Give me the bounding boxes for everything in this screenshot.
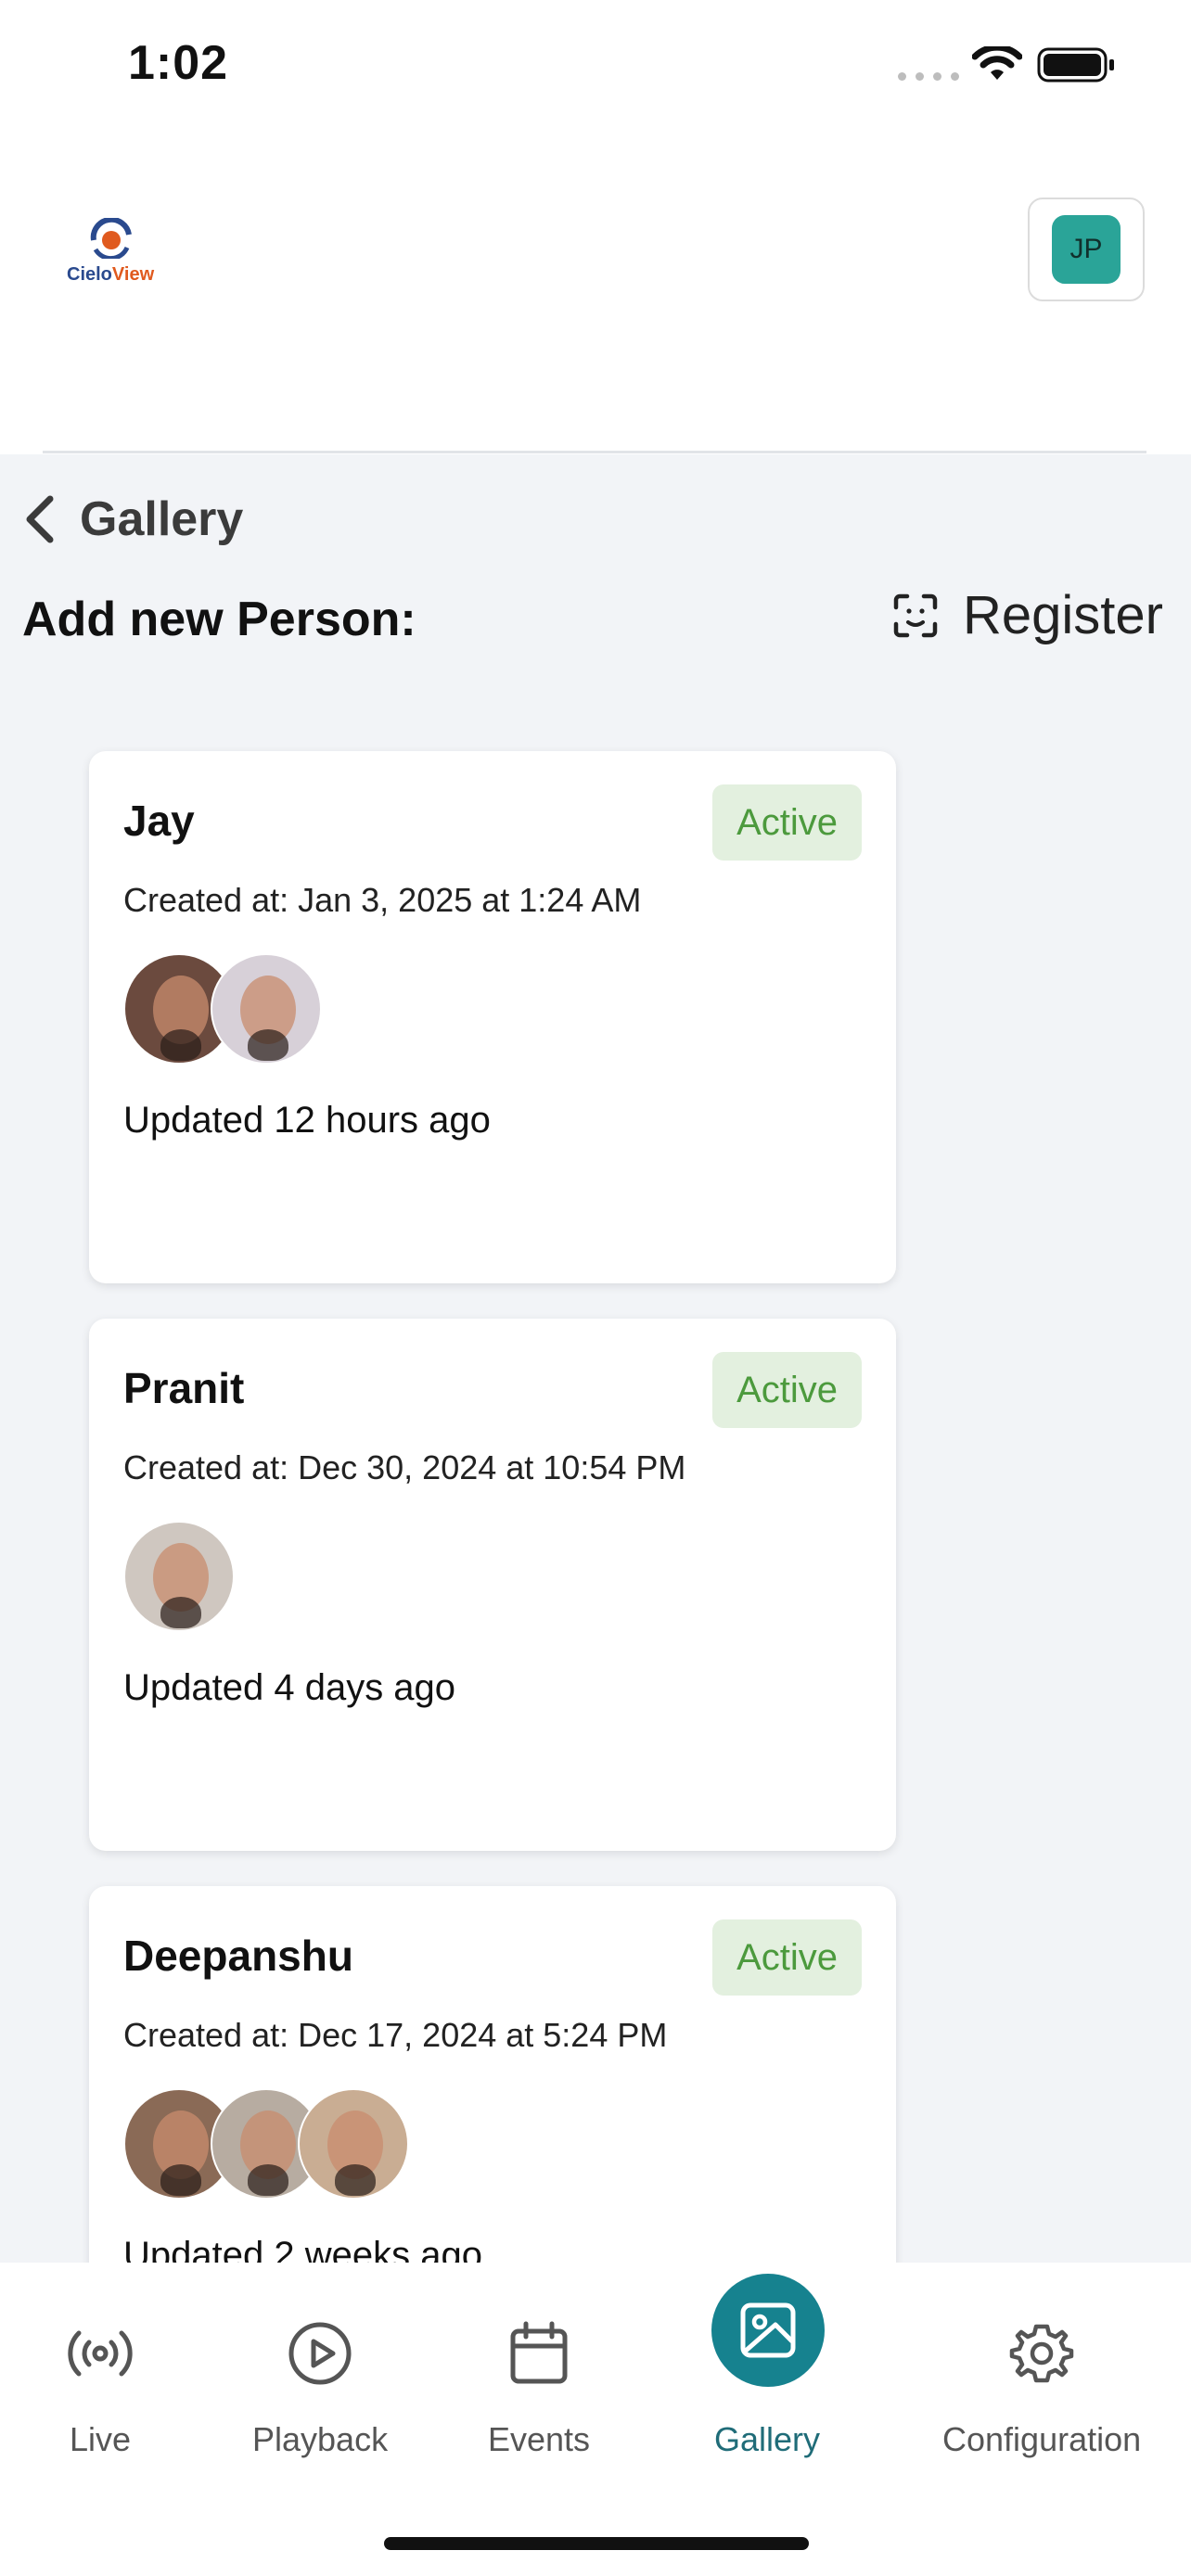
image-icon [740,2302,796,2358]
created-date: Created at: Dec 17, 2024 at 5:24 PM [123,2016,668,2054]
face-photos [123,953,322,1065]
cellular-signal-icon [898,72,959,81]
face-photos [123,2088,409,2200]
tab-label: Events [488,2420,591,2458]
avatar: JP [1052,215,1121,284]
status-bar: 1:02 [0,0,1191,130]
broadcast-icon [68,2330,133,2377]
tab-playback[interactable]: Playback [252,2316,388,2459]
person-name: Pranit [123,1364,245,1412]
face-scan-icon [893,593,938,637]
person-card-pranit[interactable]: Pranit Active Created at: Dec 30, 2024 a… [89,1319,896,1851]
tab-live[interactable]: Live [63,2316,137,2459]
status-badge: Active [712,1919,862,1996]
tab-label: Playback [252,2420,389,2458]
person-card-jay[interactable]: Jay Active Created at: Jan 3, 2025 at 1:… [89,751,896,1283]
play-circle-icon [288,2322,352,2385]
back-button[interactable]: Gallery [22,491,243,547]
face-thumbnail[interactable] [298,2088,409,2200]
tab-label: Gallery [714,2420,821,2458]
battery-icon [1037,47,1114,83]
bottom-tab-bar: Live Playback Events Gallery Configurati… [0,2298,1191,2576]
person-name: Deepanshu [123,1932,353,1980]
wifi-icon [972,46,1022,80]
gallery-tab-bubble[interactable] [700,2263,836,2398]
status-badge: Active [712,784,862,861]
tab-label: Configuration [942,2420,1142,2458]
tab-label: Live [69,2420,132,2458]
app-header [0,130,1191,454]
created-date: Created at: Dec 30, 2024 at 10:54 PM [123,1448,686,1486]
updated-time: Updated 12 hours ago [123,1100,491,1141]
logo-mark-icon [90,218,132,259]
tab-events[interactable]: Events [488,2316,590,2459]
person-card-deepanshu[interactable]: Deepanshu Active Created at: Dec 17, 202… [89,1886,896,2263]
created-date: Created at: Jan 3, 2025 at 1:24 AM [123,881,642,919]
register-label: Register [963,585,1163,645]
person-name: Jay [123,797,195,845]
header-divider [43,451,1146,453]
logo-wordmark: CieloView [67,264,155,285]
register-button[interactable]: Register [892,584,1163,646]
tab-configuration[interactable]: Configuration [942,2316,1141,2459]
add-person-label: Add new Person: [22,593,416,646]
home-indicator [384,2537,809,2550]
cieloview-logo: CieloView [65,218,158,292]
updated-time: Updated 4 days ago [123,1667,456,1708]
face-thumbnail[interactable] [211,953,322,1065]
chevron-left-icon [26,495,54,543]
face-photos [123,1521,235,1632]
page-title: Gallery [80,492,244,546]
face-thumbnail[interactable] [123,1521,235,1632]
calendar-icon [510,2321,568,2384]
updated-time: Updated 2 weeks ago [123,2235,482,2263]
status-badge: Active [712,1352,862,1428]
gallery-content: Gallery Add new Person: Register Jay Act… [0,454,1191,2263]
gear-icon [1009,2324,1074,2383]
user-avatar-button[interactable]: JP [1028,198,1145,301]
status-time: 1:02 [128,36,229,90]
